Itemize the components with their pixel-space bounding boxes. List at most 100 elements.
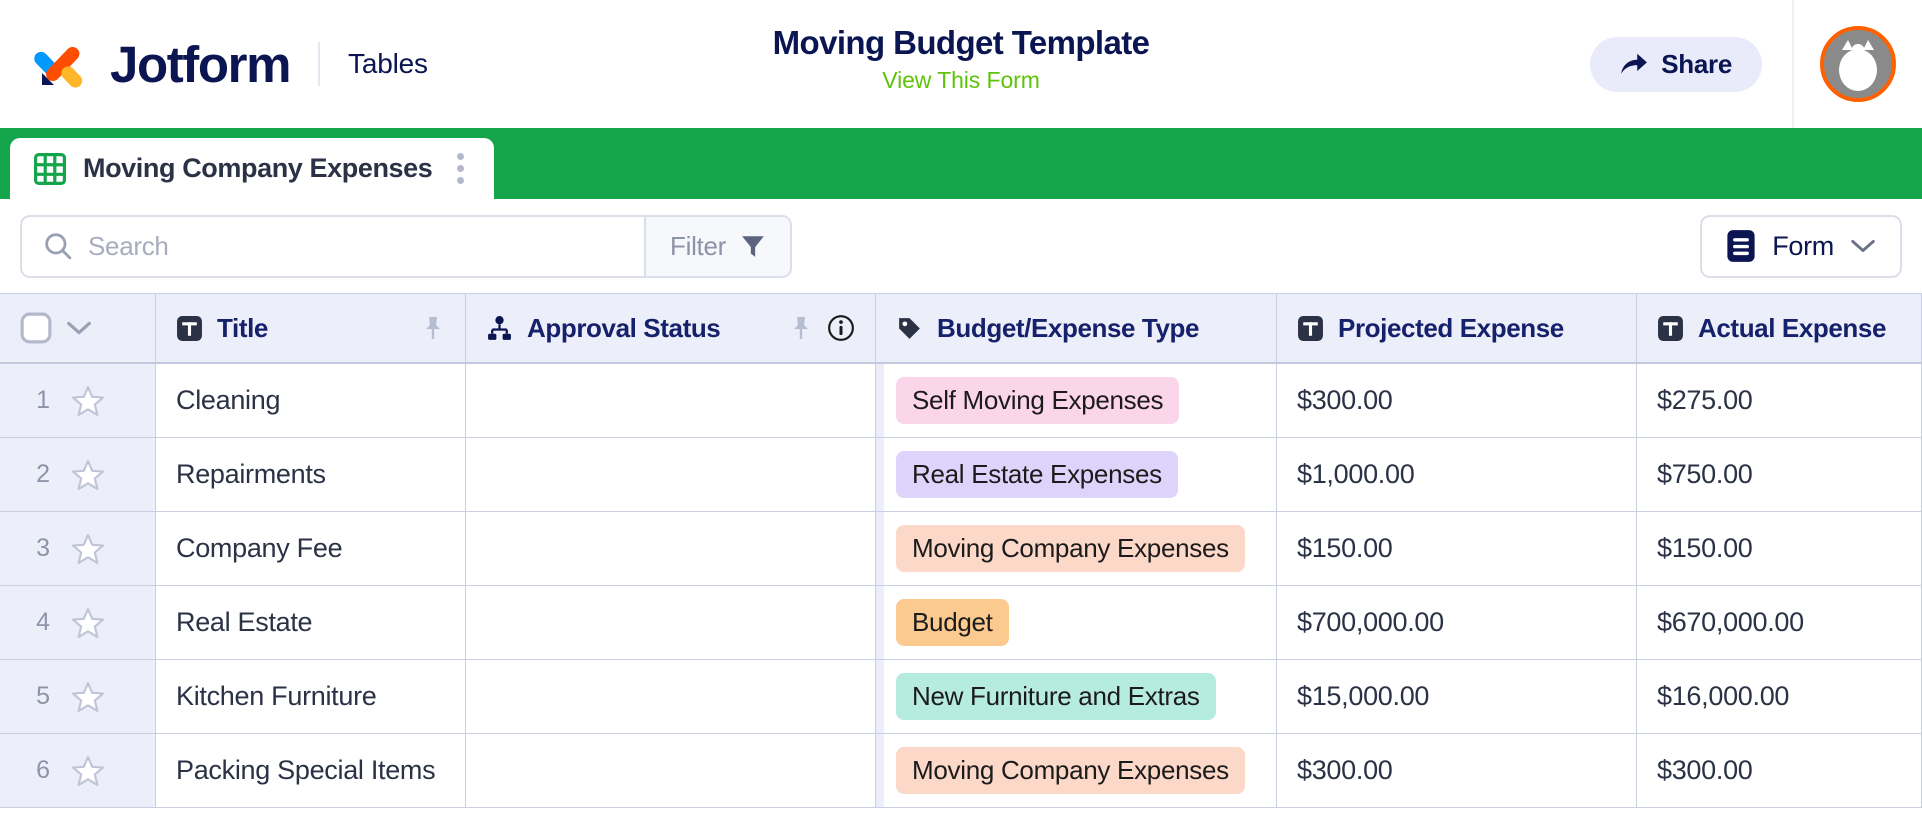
brand-divider xyxy=(318,42,321,86)
brand-area[interactable]: Jotform Tables xyxy=(0,35,428,93)
header-gutter-cell xyxy=(0,294,156,362)
row-number: 3 xyxy=(36,534,50,562)
cell-title[interactable]: Packing Special Items xyxy=(156,734,466,807)
chevron-down-icon[interactable] xyxy=(66,320,92,336)
cell-actual-expense[interactable]: $275.00 xyxy=(1637,364,1922,437)
column-header-budget-expense-type[interactable]: Budget/Expense Type xyxy=(876,294,1277,362)
table-row[interactable]: 2 Repairments Real Estate Expenses $1,000.0… xyxy=(0,438,1922,512)
cell-budget-expense-type[interactable]: Self Moving Expenses xyxy=(876,364,1277,437)
cell-budget-expense-type[interactable]: Budget xyxy=(876,586,1277,659)
type-tag-pill: Real Estate Expenses xyxy=(896,451,1178,498)
cell-approval-status[interactable] xyxy=(466,586,876,659)
search-container: Filter xyxy=(20,214,792,278)
pin-icon[interactable] xyxy=(789,315,813,341)
cell-title[interactable]: Repairments xyxy=(156,438,466,511)
row-gutter: 6 xyxy=(0,734,156,807)
cell-actual-expense[interactable]: $16,000.00 xyxy=(1637,660,1922,733)
user-avatar-icon[interactable] xyxy=(1820,26,1896,102)
table-header-row: Title Approval Status Budget/Expense Typ… xyxy=(0,293,1922,364)
cell-projected-expense[interactable]: $300.00 xyxy=(1277,364,1637,437)
top-header-bar: Jotform Tables Moving Budget Template Vi… xyxy=(0,0,1922,128)
cell-actual-expense[interactable]: $670,000.00 xyxy=(1637,586,1922,659)
info-icon[interactable] xyxy=(827,314,855,342)
cell-projected-expense[interactable]: $700,000.00 xyxy=(1277,586,1637,659)
cell-title[interactable]: Cleaning xyxy=(156,364,466,437)
column-header-approval-status[interactable]: Approval Status xyxy=(466,294,876,362)
kebab-menu-icon[interactable] xyxy=(449,149,472,188)
type-tag-pill: Moving Company Expenses xyxy=(896,525,1245,572)
search-input[interactable] xyxy=(88,230,645,262)
jotform-logo-icon xyxy=(34,35,92,93)
filter-button-label: Filter xyxy=(670,230,726,261)
text-field-icon xyxy=(1297,315,1324,342)
cell-approval-status[interactable] xyxy=(466,660,876,733)
type-tag-pill: Self Moving Expenses xyxy=(896,377,1180,424)
star-icon[interactable] xyxy=(72,755,104,786)
cell-projected-expense[interactable]: $1,000.00 xyxy=(1277,438,1637,511)
share-button-label: Share xyxy=(1661,48,1732,79)
table-row[interactable]: 5 Kitchen Furniture New Furniture and Extr… xyxy=(0,660,1922,734)
cell-budget-expense-type[interactable]: New Furniture and Extras xyxy=(876,660,1277,733)
column-header-title[interactable]: Title xyxy=(156,294,466,362)
cell-value: $670,000.00 xyxy=(1657,607,1804,637)
cell-budget-expense-type[interactable]: Real Estate Expenses xyxy=(876,438,1277,511)
cell-approval-status[interactable] xyxy=(466,512,876,585)
form-view-button[interactable]: Form xyxy=(1700,214,1902,278)
row-gutter: 1 xyxy=(0,364,156,437)
page-title: Moving Budget Template xyxy=(772,24,1150,61)
product-label[interactable]: Tables xyxy=(348,48,428,80)
star-icon[interactable] xyxy=(72,385,104,416)
text-field-icon xyxy=(1657,315,1684,342)
cell-title[interactable]: Kitchen Furniture xyxy=(156,660,466,733)
cell-projected-expense[interactable]: $300.00 xyxy=(1277,734,1637,807)
cell-value: $300.00 xyxy=(1297,385,1393,415)
column-header-label: Projected Expense xyxy=(1338,312,1564,343)
table-row[interactable]: 4 Real Estate Budget $700,000.00 $670,000.00 xyxy=(0,586,1922,660)
cell-title[interactable]: Company Fee xyxy=(156,512,466,585)
search-field[interactable] xyxy=(22,217,645,276)
cell-value: $15,000.00 xyxy=(1297,681,1430,711)
star-icon[interactable] xyxy=(72,681,104,712)
cell-budget-expense-type[interactable]: Moving Company Expenses xyxy=(876,734,1277,807)
sheet-tab-moving-company-expenses[interactable]: Moving Company Expenses xyxy=(10,138,495,199)
table-row[interactable]: 6 Packing Special Items Moving Company Exp… xyxy=(0,734,1922,808)
cell-approval-status[interactable] xyxy=(466,438,876,511)
column-header-projected-expense[interactable]: Projected Expense xyxy=(1277,294,1637,362)
approval-flow-icon xyxy=(486,315,513,342)
cell-projected-expense[interactable]: $150.00 xyxy=(1277,512,1637,585)
pin-icon[interactable] xyxy=(421,315,445,341)
cell-actual-expense[interactable]: $150.00 xyxy=(1637,512,1922,585)
tag-icon xyxy=(896,315,923,342)
view-form-link[interactable]: View This Form xyxy=(882,67,1040,94)
row-select-all-checkbox[interactable] xyxy=(20,312,52,344)
cell-value: $150.00 xyxy=(1297,533,1393,563)
row-number: 2 xyxy=(36,460,50,488)
star-icon[interactable] xyxy=(72,459,104,490)
cell-value: Real Estate xyxy=(176,607,313,637)
cell-approval-status[interactable] xyxy=(466,734,876,807)
table-row[interactable]: 3 Company Fee Moving Company Expenses $150.… xyxy=(0,512,1922,586)
table-toolbar: Filter Form xyxy=(0,199,1922,293)
search-icon xyxy=(44,232,72,260)
cell-projected-expense[interactable]: $15,000.00 xyxy=(1277,660,1637,733)
star-icon[interactable] xyxy=(72,607,104,638)
share-button[interactable]: Share xyxy=(1590,36,1762,92)
brand-name: Jotform xyxy=(110,35,291,93)
header-right-actions: Share xyxy=(1590,0,1922,128)
filter-button[interactable]: Filter xyxy=(644,216,790,276)
cell-value: $275.00 xyxy=(1657,385,1753,415)
form-document-icon xyxy=(1726,229,1756,263)
row-gutter: 4 xyxy=(0,586,156,659)
cell-budget-expense-type[interactable]: Moving Company Expenses xyxy=(876,512,1277,585)
cell-value: $700,000.00 xyxy=(1297,607,1444,637)
cell-actual-expense[interactable]: $750.00 xyxy=(1637,438,1922,511)
cell-title[interactable]: Real Estate xyxy=(156,586,466,659)
table-row[interactable]: 1 Cleaning Self Moving Expenses $300.00 $275… xyxy=(0,364,1922,438)
cell-value: $300.00 xyxy=(1297,755,1393,785)
cell-approval-status[interactable] xyxy=(466,364,876,437)
column-header-actual-expense[interactable]: Actual Expense xyxy=(1637,294,1922,362)
cell-actual-expense[interactable]: $300.00 xyxy=(1637,734,1922,807)
cell-value: Repairments xyxy=(176,459,326,489)
sheet-tab-label: Moving Company Expenses xyxy=(83,153,433,183)
star-icon[interactable] xyxy=(72,533,104,564)
